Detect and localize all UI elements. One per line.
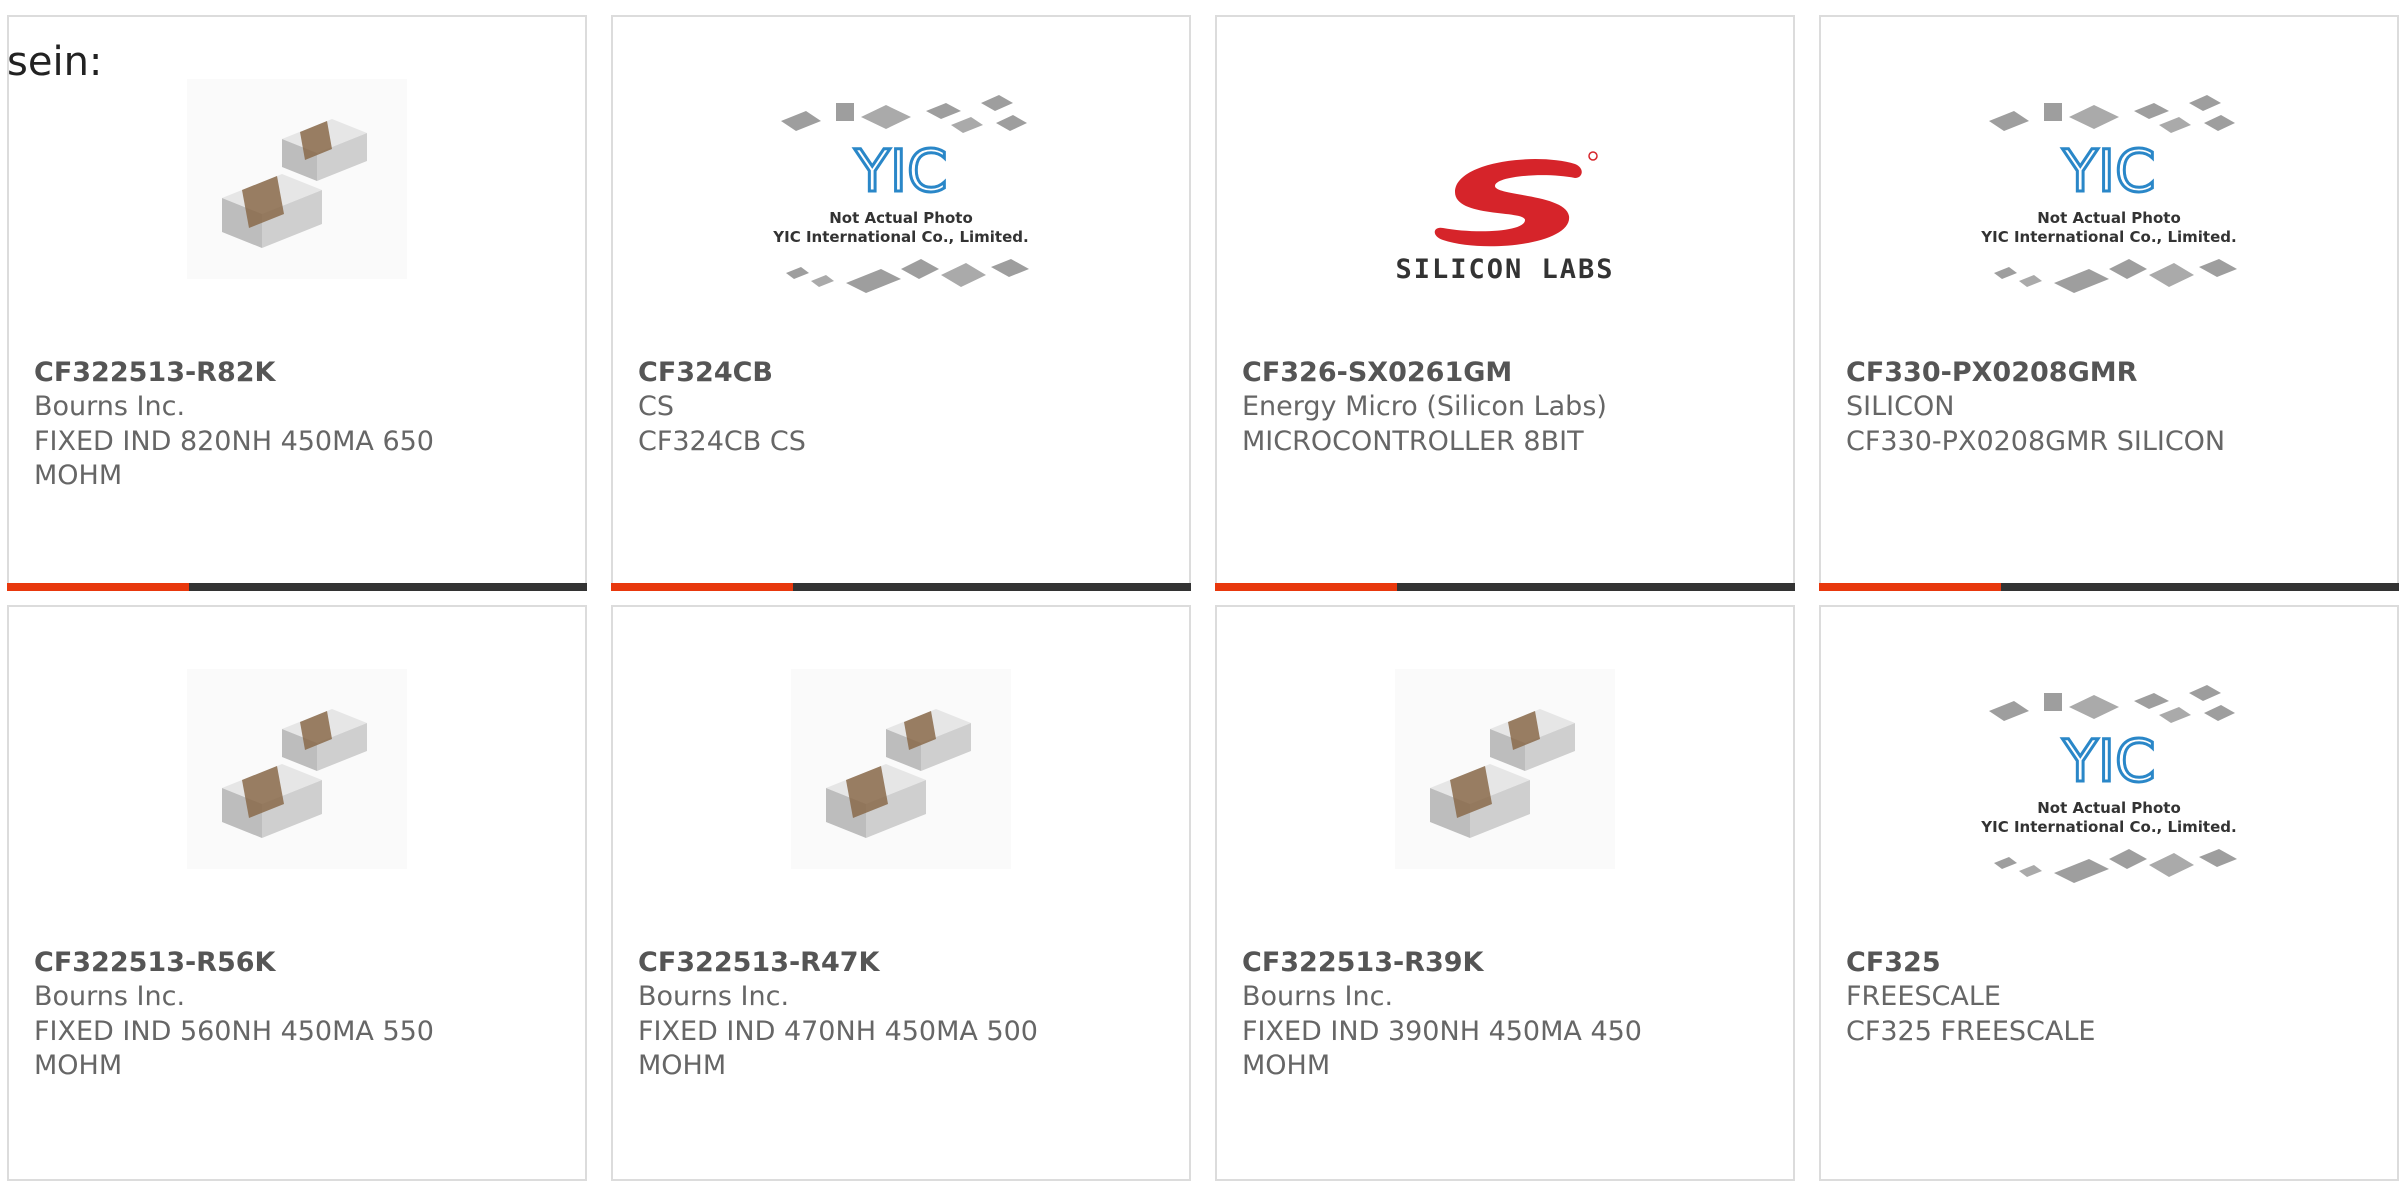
- product-image[interactable]: YIC Not Actual Photo YIC International C…: [1964, 95, 2254, 303]
- part-number-link[interactable]: CF322513-R47K: [638, 947, 879, 978]
- placeholder-text-2: YIC International Co., Limited.: [1980, 818, 2236, 836]
- chip-inductor-icon: [791, 669, 1011, 869]
- chip-inductor-icon: [1395, 669, 1615, 869]
- placeholder-text-2: YIC International Co., Limited.: [1980, 228, 2236, 246]
- manufacturer: Bourns Inc.: [34, 391, 186, 422]
- part-number-link[interactable]: CF325: [1846, 947, 1941, 978]
- manufacturer: FREESCALE: [1846, 981, 2001, 1012]
- card-accent-bar: [1215, 583, 1397, 591]
- card-accent-bar: [7, 583, 189, 591]
- part-number-link[interactable]: CF330-PX0208GMR: [1846, 357, 2137, 388]
- placeholder-image-icon: YIC Not Actual Photo YIC International C…: [772, 95, 1029, 293]
- product-card[interactable]: CF322513-R82K Bourns Inc. FIXED IND 820N…: [7, 15, 587, 591]
- description: CF324CB CS: [638, 426, 806, 457]
- manufacturer: Bourns Inc.: [638, 981, 790, 1012]
- description: MICROCONTROLLER 8BIT: [1242, 426, 1584, 457]
- product-image[interactable]: [1360, 669, 1650, 869]
- description: FIXED IND 820NH 450MA 650 MOHM: [34, 426, 434, 491]
- product-image[interactable]: [756, 669, 1046, 869]
- description: CF330-PX0208GMR SILICON: [1846, 426, 2226, 457]
- card-accent-bar: [1819, 583, 2001, 591]
- page-heading: sein:: [7, 39, 103, 85]
- placeholder-image-icon: YIC Not Actual Photo YIC International C…: [1980, 685, 2237, 883]
- product-image[interactable]: SILICON LABS: [1360, 112, 1650, 312]
- product-card[interactable]: CF322513-R47K Bourns Inc. FIXED IND 470N…: [611, 605, 1191, 1181]
- card-accent-bar: [611, 583, 793, 591]
- manufacturer: Bourns Inc.: [1242, 981, 1394, 1012]
- product-card[interactable]: CF322513-R39K Bourns Inc. FIXED IND 390N…: [1215, 605, 1795, 1181]
- manufacturer: Bourns Inc.: [34, 981, 186, 1012]
- placeholder-image-icon: YIC Not Actual Photo YIC International C…: [1980, 95, 2237, 293]
- part-number-link[interactable]: CF322513-R39K: [1242, 947, 1483, 978]
- product-card[interactable]: YIC Not Actual Photo YIC International C…: [1819, 605, 2399, 1181]
- description: CF325 FREESCALE: [1846, 1016, 2096, 1047]
- card-bottom-bar: [1215, 583, 1795, 591]
- placeholder-text-2: YIC International Co., Limited.: [772, 228, 1028, 246]
- placeholder-text-1: Not Actual Photo: [2037, 209, 2181, 227]
- description: FIXED IND 560NH 450MA 550 MOHM: [34, 1016, 434, 1081]
- manufacturer: SILICON: [1846, 391, 1955, 422]
- description: FIXED IND 470NH 450MA 500 MOHM: [638, 1016, 1038, 1081]
- silicon-labs-logo-icon: SILICON LABS: [1395, 151, 1614, 285]
- part-number-link[interactable]: CF326-SX0261GM: [1242, 357, 1512, 388]
- svg-text:YIC: YIC: [2061, 727, 2155, 795]
- description: FIXED IND 390NH 450MA 450 MOHM: [1242, 1016, 1642, 1081]
- product-image[interactable]: [152, 669, 442, 869]
- product-card[interactable]: YIC Not Actual Photo YIC International C…: [611, 15, 1191, 591]
- part-number-link[interactable]: CF324CB: [638, 357, 773, 388]
- product-card[interactable]: YIC Not Actual Photo YIC International C…: [1819, 15, 2399, 591]
- svg-text:YIC: YIC: [2061, 137, 2155, 205]
- placeholder-text-1: Not Actual Photo: [829, 209, 973, 227]
- card-bottom-bar: [1819, 583, 2399, 591]
- manufacturer: CS: [638, 391, 674, 422]
- part-number-link[interactable]: CF322513-R56K: [34, 947, 275, 978]
- card-bottom-bar: [7, 583, 587, 591]
- svg-text:YIC: YIC: [853, 137, 947, 205]
- chip-inductor-icon: [187, 79, 407, 279]
- manufacturer: Energy Micro (Silicon Labs): [1242, 391, 1607, 422]
- product-card[interactable]: SILICON LABS CF326-SX0261GM Energy Micro…: [1215, 15, 1795, 591]
- product-image[interactable]: YIC Not Actual Photo YIC International C…: [756, 95, 1046, 303]
- part-number-link[interactable]: CF322513-R82K: [34, 357, 275, 388]
- product-image[interactable]: [152, 79, 442, 279]
- product-card[interactable]: CF322513-R56K Bourns Inc. FIXED IND 560N…: [7, 605, 587, 1181]
- logo-text: SILICON LABS: [1395, 254, 1614, 285]
- placeholder-text-1: Not Actual Photo: [2037, 799, 2181, 817]
- chip-inductor-icon: [187, 669, 407, 869]
- card-bottom-bar: [611, 583, 1191, 591]
- product-image[interactable]: YIC Not Actual Photo YIC International C…: [1964, 685, 2254, 893]
